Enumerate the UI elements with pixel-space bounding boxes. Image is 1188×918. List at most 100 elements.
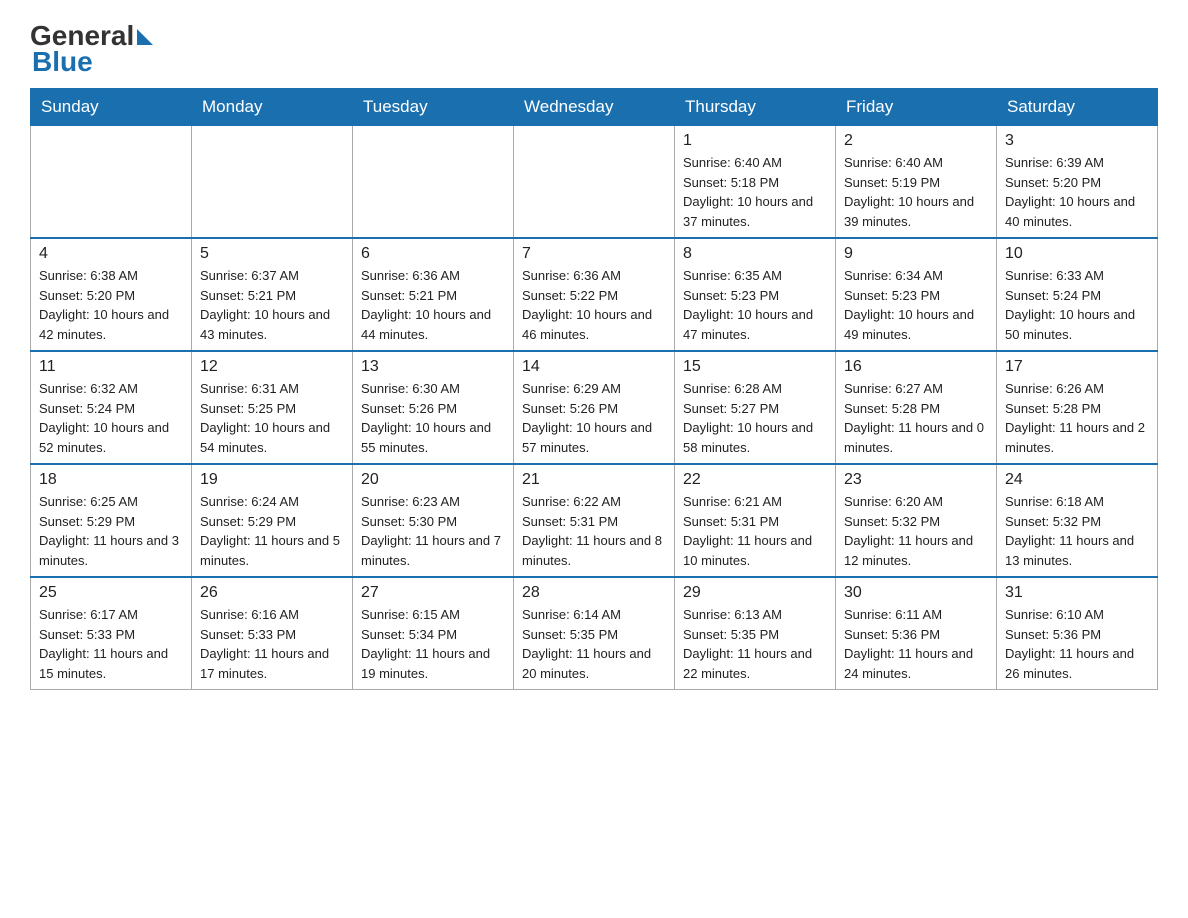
calendar-day-cell: 4 Sunrise: 6:38 AMSunset: 5:20 PMDaylight… (31, 238, 192, 351)
calendar-day-cell: 24 Sunrise: 6:18 AMSunset: 5:32 PMDayligh… (997, 464, 1158, 577)
page-header: General Blue (30, 20, 1158, 78)
calendar-day-cell (514, 126, 675, 239)
calendar-day-cell: 31 Sunrise: 6:10 AMSunset: 5:36 PMDayligh… (997, 577, 1158, 690)
day-number: 6 (361, 245, 505, 263)
day-info: Sunrise: 6:39 AMSunset: 5:20 PMDaylight:… (1005, 153, 1149, 231)
weekday-header-friday: Friday (836, 89, 997, 126)
calendar-day-cell: 9 Sunrise: 6:34 AMSunset: 5:23 PMDaylight… (836, 238, 997, 351)
day-info: Sunrise: 6:14 AMSunset: 5:35 PMDaylight:… (522, 605, 666, 683)
day-info: Sunrise: 6:28 AMSunset: 5:27 PMDaylight:… (683, 379, 827, 457)
calendar-header-row: SundayMondayTuesdayWednesdayThursdayFrid… (31, 89, 1158, 126)
calendar-day-cell: 15 Sunrise: 6:28 AMSunset: 5:27 PMDayligh… (675, 351, 836, 464)
calendar-day-cell: 14Sunrise: 6:29 AMSunset: 5:26 PMDayligh… (514, 351, 675, 464)
day-info: Sunrise: 6:25 AMSunset: 5:29 PMDaylight:… (39, 492, 183, 570)
calendar-day-cell: 22 Sunrise: 6:21 AMSunset: 5:31 PMDayligh… (675, 464, 836, 577)
day-number: 24 (1005, 471, 1149, 489)
calendar-day-cell: 10 Sunrise: 6:33 AMSunset: 5:24 PMDayligh… (997, 238, 1158, 351)
day-info: Sunrise: 6:40 AMSunset: 5:18 PMDaylight:… (683, 153, 827, 231)
day-info: Sunrise: 6:34 AMSunset: 5:23 PMDaylight:… (844, 266, 988, 344)
day-number: 2 (844, 132, 988, 150)
calendar-day-cell: 12 Sunrise: 6:31 AMSunset: 5:25 PMDayligh… (192, 351, 353, 464)
day-info: Sunrise: 6:26 AMSunset: 5:28 PMDaylight:… (1005, 379, 1149, 457)
calendar-day-cell: 19Sunrise: 6:24 AMSunset: 5:29 PMDayligh… (192, 464, 353, 577)
weekday-header-thursday: Thursday (675, 89, 836, 126)
day-number: 20 (361, 471, 505, 489)
weekday-header-sunday: Sunday (31, 89, 192, 126)
day-number: 17 (1005, 358, 1149, 376)
calendar-day-cell (192, 126, 353, 239)
day-info: Sunrise: 6:10 AMSunset: 5:36 PMDaylight:… (1005, 605, 1149, 683)
calendar-day-cell: 25 Sunrise: 6:17 AMSunset: 5:33 PMDayligh… (31, 577, 192, 690)
day-info: Sunrise: 6:36 AMSunset: 5:22 PMDaylight:… (522, 266, 666, 344)
calendar-table: SundayMondayTuesdayWednesdayThursdayFrid… (30, 88, 1158, 690)
day-number: 14 (522, 358, 666, 376)
day-number: 25 (39, 584, 183, 602)
calendar-day-cell: 21 Sunrise: 6:22 AMSunset: 5:31 PMDayligh… (514, 464, 675, 577)
weekday-header-monday: Monday (192, 89, 353, 126)
calendar-day-cell: 16 Sunrise: 6:27 AMSunset: 5:28 PMDayligh… (836, 351, 997, 464)
day-info: Sunrise: 6:13 AMSunset: 5:35 PMDaylight:… (683, 605, 827, 683)
day-number: 4 (39, 245, 183, 263)
weekday-header-saturday: Saturday (997, 89, 1158, 126)
logo-blue-text: Blue (32, 46, 153, 78)
calendar-day-cell: 27 Sunrise: 6:15 AMSunset: 5:34 PMDayligh… (353, 577, 514, 690)
day-number: 13 (361, 358, 505, 376)
calendar-day-cell: 1 Sunrise: 6:40 AMSunset: 5:18 PMDaylight… (675, 126, 836, 239)
calendar-day-cell: 20 Sunrise: 6:23 AMSunset: 5:30 PMDayligh… (353, 464, 514, 577)
day-number: 30 (844, 584, 988, 602)
day-info: Sunrise: 6:31 AMSunset: 5:25 PMDaylight:… (200, 379, 344, 457)
day-info: Sunrise: 6:16 AMSunset: 5:33 PMDaylight:… (200, 605, 344, 683)
calendar-week-row: 4 Sunrise: 6:38 AMSunset: 5:20 PMDaylight… (31, 238, 1158, 351)
day-number: 31 (1005, 584, 1149, 602)
day-info: Sunrise: 6:40 AMSunset: 5:19 PMDaylight:… (844, 153, 988, 231)
day-number: 22 (683, 471, 827, 489)
day-info: Sunrise: 6:23 AMSunset: 5:30 PMDaylight:… (361, 492, 505, 570)
day-info: Sunrise: 6:18 AMSunset: 5:32 PMDaylight:… (1005, 492, 1149, 570)
day-number: 8 (683, 245, 827, 263)
calendar-day-cell: 28 Sunrise: 6:14 AMSunset: 5:35 PMDayligh… (514, 577, 675, 690)
day-info: Sunrise: 6:22 AMSunset: 5:31 PMDaylight:… (522, 492, 666, 570)
calendar-week-row: 25 Sunrise: 6:17 AMSunset: 5:33 PMDayligh… (31, 577, 1158, 690)
calendar-day-cell: 18 Sunrise: 6:25 AMSunset: 5:29 PMDayligh… (31, 464, 192, 577)
day-info: Sunrise: 6:27 AMSunset: 5:28 PMDaylight:… (844, 379, 988, 457)
day-number: 12 (200, 358, 344, 376)
day-number: 7 (522, 245, 666, 263)
calendar-day-cell: 23Sunrise: 6:20 AMSunset: 5:32 PMDayligh… (836, 464, 997, 577)
calendar-day-cell: 7 Sunrise: 6:36 AMSunset: 5:22 PMDaylight… (514, 238, 675, 351)
day-info: Sunrise: 6:21 AMSunset: 5:31 PMDaylight:… (683, 492, 827, 570)
day-number: 21 (522, 471, 666, 489)
day-info: Sunrise: 6:24 AMSunset: 5:29 PMDaylight:… (200, 492, 344, 570)
calendar-week-row: 11Sunrise: 6:32 AMSunset: 5:24 PMDayligh… (31, 351, 1158, 464)
day-info: Sunrise: 6:33 AMSunset: 5:24 PMDaylight:… (1005, 266, 1149, 344)
day-number: 3 (1005, 132, 1149, 150)
day-number: 10 (1005, 245, 1149, 263)
day-number: 1 (683, 132, 827, 150)
calendar-day-cell: 29Sunrise: 6:13 AMSunset: 5:35 PMDayligh… (675, 577, 836, 690)
day-info: Sunrise: 6:20 AMSunset: 5:32 PMDaylight:… (844, 492, 988, 570)
calendar-day-cell: 5 Sunrise: 6:37 AMSunset: 5:21 PMDaylight… (192, 238, 353, 351)
day-number: 26 (200, 584, 344, 602)
calendar-day-cell: 11Sunrise: 6:32 AMSunset: 5:24 PMDayligh… (31, 351, 192, 464)
day-info: Sunrise: 6:17 AMSunset: 5:33 PMDaylight:… (39, 605, 183, 683)
day-number: 28 (522, 584, 666, 602)
calendar-day-cell: 17 Sunrise: 6:26 AMSunset: 5:28 PMDayligh… (997, 351, 1158, 464)
calendar-day-cell: 13Sunrise: 6:30 AMSunset: 5:26 PMDayligh… (353, 351, 514, 464)
day-number: 15 (683, 358, 827, 376)
day-info: Sunrise: 6:35 AMSunset: 5:23 PMDaylight:… (683, 266, 827, 344)
day-info: Sunrise: 6:36 AMSunset: 5:21 PMDaylight:… (361, 266, 505, 344)
day-info: Sunrise: 6:15 AMSunset: 5:34 PMDaylight:… (361, 605, 505, 683)
day-number: 27 (361, 584, 505, 602)
calendar-day-cell (31, 126, 192, 239)
day-number: 5 (200, 245, 344, 263)
calendar-day-cell: 8 Sunrise: 6:35 AMSunset: 5:23 PMDaylight… (675, 238, 836, 351)
day-info: Sunrise: 6:11 AMSunset: 5:36 PMDaylight:… (844, 605, 988, 683)
day-info: Sunrise: 6:37 AMSunset: 5:21 PMDaylight:… (200, 266, 344, 344)
day-number: 16 (844, 358, 988, 376)
logo-triangle-icon (137, 29, 153, 45)
calendar-day-cell: 30 Sunrise: 6:11 AMSunset: 5:36 PMDayligh… (836, 577, 997, 690)
day-info: Sunrise: 6:38 AMSunset: 5:20 PMDaylight:… (39, 266, 183, 344)
day-number: 18 (39, 471, 183, 489)
calendar-day-cell: 2 Sunrise: 6:40 AMSunset: 5:19 PMDaylight… (836, 126, 997, 239)
day-number: 9 (844, 245, 988, 263)
calendar-week-row: 1 Sunrise: 6:40 AMSunset: 5:18 PMDaylight… (31, 126, 1158, 239)
